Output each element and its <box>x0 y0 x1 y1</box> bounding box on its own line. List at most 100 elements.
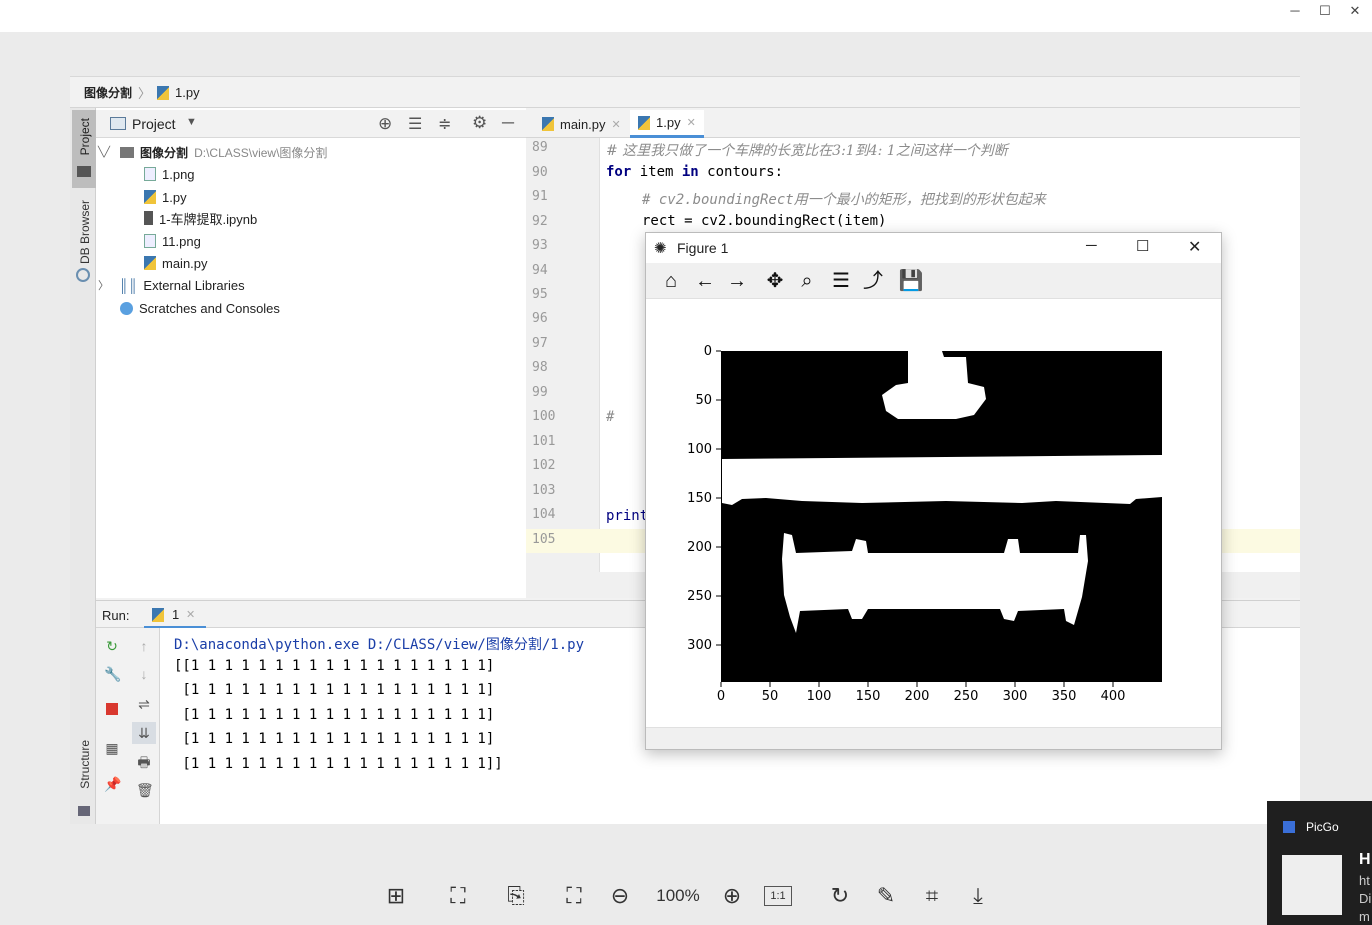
zoom-level: 100% <box>656 886 700 905</box>
collapse-all-icon[interactable]: ≑ <box>438 114 451 134</box>
code-keyword: in <box>681 164 699 180</box>
figure-window: ✺ Figure 1 ─ ☐ ✕ ⌂ ← → ✥ ⌕ ☰ ⤴ 💾 0 50 100 1… <box>645 232 1222 750</box>
tab-structure-label: Structure <box>78 740 92 789</box>
structure-icon <box>78 806 90 816</box>
rerun-icon[interactable]: ↻ <box>104 638 120 654</box>
tab-project-label: Project <box>78 118 92 156</box>
chevron-down-icon[interactable]: ▼ <box>186 116 197 128</box>
pan-icon[interactable]: ✥ <box>762 269 788 293</box>
breadcrumb-project[interactable]: 图像分割 <box>84 84 132 101</box>
rotate-icon[interactable]: ↻ <box>826 882 854 910</box>
code-text: item <box>631 164 682 180</box>
project-view-title[interactable]: Project <box>132 116 176 132</box>
tree-scratches[interactable]: Scratches and Consoles <box>120 298 280 318</box>
stop-icon[interactable] <box>106 703 118 715</box>
print-icon[interactable]: 🖶 <box>136 754 152 770</box>
tree-item-label: 1.png <box>162 166 195 182</box>
tree-item-file[interactable]: main.py <box>144 253 208 273</box>
close-button[interactable]: ✕ <box>1188 237 1201 257</box>
chevron-right-icon[interactable]: 〉 <box>98 277 109 293</box>
tree-root-folder[interactable]: ╲╱ 图像分割 D:\CLASS\view\图像分割 <box>98 142 327 162</box>
back-arrow-icon[interactable]: ← <box>692 269 718 293</box>
soft-wrap-icon[interactable]: ⇌ <box>136 696 152 712</box>
tree-item-file[interactable]: 1-车牌提取.ipynb <box>144 208 257 228</box>
notebook-file-icon <box>144 211 153 225</box>
close-icon[interactable]: ✕ <box>687 116 696 129</box>
layout-icon[interactable]: ▦ <box>104 740 120 756</box>
run-tab[interactable]: 1 <box>172 607 179 622</box>
tab-1-py[interactable]: 1.py ✕ <box>630 110 704 138</box>
line-number: 94 <box>532 263 548 278</box>
tree-item-file[interactable]: 1.py <box>144 187 187 207</box>
zoom-in-icon[interactable]: ⊕ <box>718 882 746 910</box>
layout-icon[interactable]: ⊞ <box>382 882 410 910</box>
tab-db-browser[interactable]: DB Browser <box>76 200 94 270</box>
tab-db-browser-label: DB Browser <box>78 200 92 265</box>
fit-screen-icon[interactable]: ⛶ <box>560 882 588 910</box>
picgo-text: ht <box>1359 873 1370 888</box>
zoom-out-icon[interactable]: ⊖ <box>606 882 634 910</box>
maximize-button[interactable]: ☐ <box>1310 2 1340 20</box>
line-number: 100 <box>532 409 556 424</box>
forward-arrow-icon[interactable]: → <box>724 269 750 293</box>
down-arrow-icon[interactable]: ↓ <box>136 666 152 682</box>
tree-item-file[interactable]: 1.png <box>144 164 195 184</box>
home-icon[interactable]: ⌂ <box>658 269 684 293</box>
segment-middle-band <box>722 455 1162 505</box>
figure-canvas[interactable]: 0 50 100 150 200 250 300 350 400 0 50 100 150 200 250… <box>646 299 1221 727</box>
tree-item-file[interactable]: 11.png <box>144 231 201 251</box>
code-line: print <box>606 508 649 524</box>
trash-icon[interactable]: 🗑 <box>136 782 154 798</box>
code-line: # 这里我只做了一个车牌的长宽比在3:1到4: 1之间这样一个判断 <box>606 143 1008 159</box>
scroll-to-end-icon[interactable]: ⇊ <box>132 722 156 744</box>
maximize-button[interactable]: ☐ <box>1136 237 1149 255</box>
minimize-button[interactable]: ─ <box>1280 2 1310 20</box>
actual-size-button[interactable]: 1:1 <box>764 886 792 906</box>
edit-axis-icon[interactable]: ⤴ <box>860 269 886 293</box>
image-viewer-toolbar: ⊞ ⛶ ⎘ ⛶ ⊖ 100% ⊕ 1:1 ↻ ✎ ⌗ ⤓ <box>0 866 1372 925</box>
tree-item-label: 11.png <box>162 233 201 249</box>
edit-icon[interactable]: ✎ <box>872 882 900 910</box>
minimize-button[interactable]: ─ <box>1086 237 1097 254</box>
translate-icon[interactable]: ⎘ <box>502 882 530 910</box>
tree-external-libraries[interactable]: 〉 ║║ External Libraries <box>98 275 245 295</box>
breadcrumb: 图像分割 〉 1.py <box>70 78 1300 108</box>
pin-icon[interactable]: 📌 <box>104 776 121 792</box>
tab-structure[interactable]: Structure <box>76 740 94 800</box>
save-icon[interactable]: 💾 <box>898 269 924 293</box>
line-number: 99 <box>532 385 548 400</box>
console-output-line: [1 1 1 1 1 1 1 1 1 1 1 1 1 1 1 1 1 1] <box>174 707 495 723</box>
python-file-icon <box>542 117 554 131</box>
locate-icon[interactable]: ⊕ <box>378 114 392 134</box>
line-number: 93 <box>532 238 548 253</box>
breadcrumb-file[interactable]: 1.py <box>175 85 200 100</box>
close-icon[interactable]: ✕ <box>612 118 621 131</box>
up-arrow-icon[interactable]: ↑ <box>136 638 152 654</box>
zoom-icon[interactable]: ⌕ <box>794 269 820 293</box>
close-icon[interactable]: ✕ <box>186 608 195 621</box>
x-axis: 0 50 100 150 200 250 300 350 400 <box>717 682 1126 704</box>
x-tick-label: 400 <box>1101 689 1126 704</box>
picgo-notification[interactable]: PicGo H ht Di m <box>1267 801 1372 925</box>
hide-panel-icon[interactable]: ─ <box>502 113 514 133</box>
library-icon: ║║ <box>119 277 138 293</box>
tree-root-name: 图像分割 <box>140 145 189 160</box>
line-number: 102 <box>532 458 556 473</box>
folder-icon <box>120 146 135 158</box>
line-number: 96 <box>532 311 548 326</box>
python-file-icon <box>638 115 650 130</box>
gear-icon[interactable]: ⚙ <box>472 113 487 133</box>
close-button[interactable]: ✕ <box>1340 2 1370 20</box>
line-number: 103 <box>532 483 556 498</box>
wrench-icon[interactable]: 🔧 <box>104 666 121 682</box>
expand-all-icon[interactable]: ☰ <box>408 114 422 134</box>
tab-main-py[interactable]: main.py ✕ <box>534 110 629 138</box>
chevron-down-icon[interactable]: ╲╱ <box>98 147 110 158</box>
crop-icon[interactable]: ⌗ <box>918 882 946 910</box>
y-axis: 0 50 100 150 200 250 300 <box>687 344 721 653</box>
subplots-icon[interactable]: ☰ <box>828 269 854 293</box>
y-tick-label: 100 <box>687 442 712 457</box>
download-icon[interactable]: ⤓ <box>964 882 992 910</box>
ocr-icon[interactable]: ⛶ <box>444 882 472 910</box>
y-tick-label: 300 <box>687 638 712 653</box>
